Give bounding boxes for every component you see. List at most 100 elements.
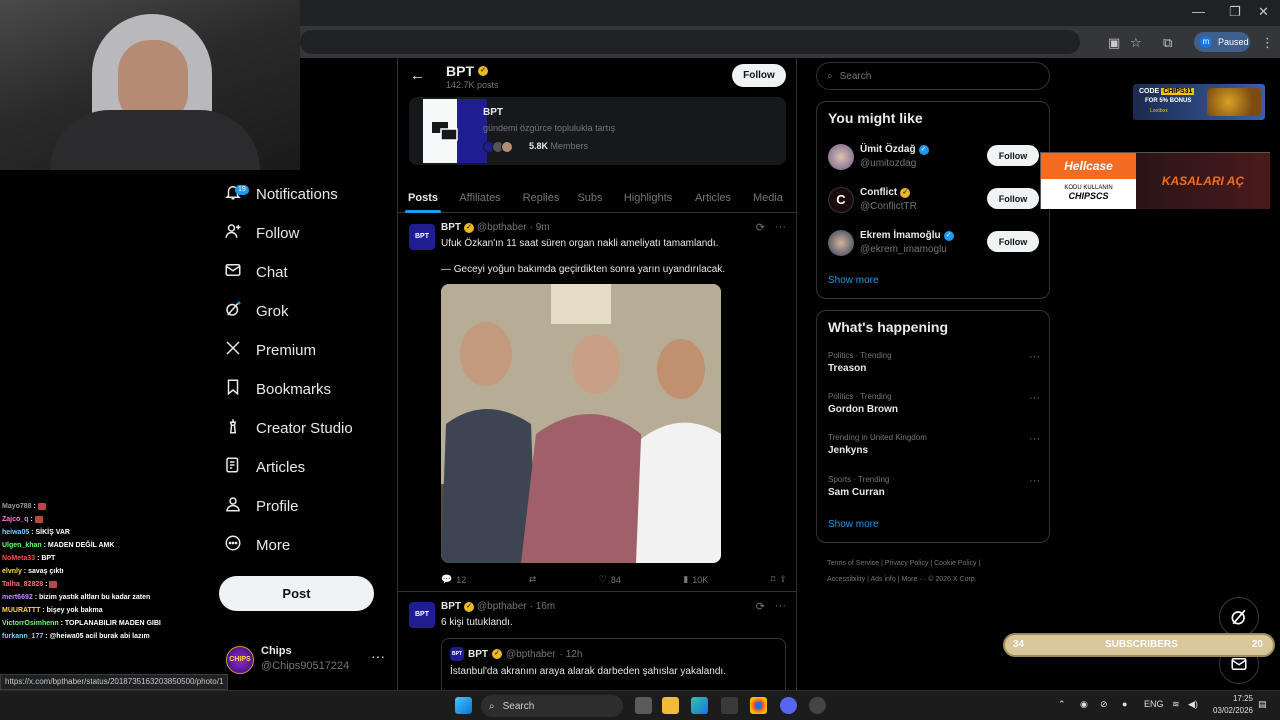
minimize-button[interactable]: — xyxy=(1192,4,1205,19)
taskbar-search[interactable]: ⌕ Search xyxy=(481,695,623,717)
profile-tabs: Posts Affiliates Replies Subs Highlights… xyxy=(398,183,796,213)
more-options-icon[interactable]: ··· xyxy=(775,600,786,613)
bookmark-icon[interactable]: ⌑ xyxy=(771,574,776,585)
nav-grok[interactable]: Grok xyxy=(224,296,289,326)
more-options-icon[interactable]: ··· xyxy=(371,648,385,664)
more-options-icon[interactable]: ··· xyxy=(1029,475,1040,487)
chat-message: Talha_82828 : xyxy=(2,578,202,591)
tab-replies[interactable]: Replies xyxy=(512,183,570,213)
tab-affiliates[interactable]: Affiliates xyxy=(448,183,512,213)
grok-icon[interactable]: ⟳ xyxy=(756,600,765,613)
link-hover-url: https://x.com/bpthaber/status/2018735163… xyxy=(0,674,229,690)
file-explorer-icon[interactable] xyxy=(662,697,679,714)
back-arrow-icon[interactable]: ← xyxy=(410,67,425,84)
discord-icon[interactable] xyxy=(780,697,797,714)
trend-item[interactable]: Politics · Trending Treason ··· xyxy=(828,351,1040,383)
trend-item[interactable]: Politics · Trending Gordon Brown ··· xyxy=(828,392,1040,424)
more-options-icon[interactable]: ··· xyxy=(1029,392,1040,404)
discord-tray-icon[interactable]: ◉ xyxy=(1080,699,1088,710)
task-view-icon[interactable] xyxy=(635,697,652,714)
follow-button[interactable]: Follow xyxy=(987,145,1039,166)
system-clock[interactable]: 17:25 03/02/2026 xyxy=(1207,693,1253,717)
tab-subs[interactable]: Subs xyxy=(570,183,610,213)
community-card[interactable]: BPT gündemi özgürce toplulukla tartış 5.… xyxy=(409,97,786,165)
profile-button[interactable]: m Paused xyxy=(1194,32,1250,52)
chat-message: VictorrOsimhenn : TOPLANABILIR MADEN GIB… xyxy=(2,620,161,627)
trend-item[interactable]: Sports · Trending Sam Curran ··· xyxy=(828,475,1040,507)
close-window-button[interactable]: ✕ xyxy=(1258,4,1269,20)
tweet[interactable]: BPT BPT ✓ @bpthaber · 9m ⟳ ··· Ufuk Özka… xyxy=(398,214,796,592)
tab-posts[interactable]: Posts xyxy=(398,183,448,213)
suggestion-item[interactable]: C Conflict ✓ @ConflictTR Follow xyxy=(828,185,1040,217)
nav-articles[interactable]: Articles xyxy=(224,452,305,482)
suggestion-item[interactable]: Ümit Özdağ ✓ @umitozdag Follow xyxy=(828,142,1040,174)
obs-icon[interactable] xyxy=(809,697,826,714)
views-button[interactable]: ▮ 10K xyxy=(683,574,708,585)
nav-creator-studio[interactable]: Creator Studio xyxy=(224,413,353,443)
suggestion-handle: @umitozdag xyxy=(860,158,917,169)
nav-more[interactable]: More xyxy=(224,530,290,560)
avatar[interactable]: BPT xyxy=(409,224,435,250)
share-icon[interactable]: ⇪ xyxy=(779,574,787,585)
browser-menu-icon[interactable]: ⋮ xyxy=(1261,35,1274,51)
follow-button[interactable]: Follow xyxy=(732,64,786,87)
show-more-link[interactable]: Show more xyxy=(828,275,879,286)
tweet[interactable]: BPT BPT ✓ @bpthaber · 16m ⟳ ··· 6 kişi t… xyxy=(398,593,796,692)
reply-button[interactable]: 💬 12 xyxy=(441,574,466,585)
footer-links[interactable]: Terms of Service | Privacy Policy | Cook… xyxy=(827,556,1057,588)
trend-item[interactable]: Trending in United Kingdom Jenkyns ··· xyxy=(828,433,1040,465)
chrome-icon[interactable] xyxy=(750,697,767,714)
follow-button[interactable]: Follow xyxy=(987,231,1039,252)
start-menu-icon[interactable] xyxy=(455,697,472,714)
nav-follow[interactable]: Follow xyxy=(224,218,299,248)
repost-button[interactable]: ⇄ xyxy=(529,574,537,585)
bookmark-star-icon[interactable]: ☆ xyxy=(1130,35,1142,51)
volume-icon[interactable]: ◀) xyxy=(1188,699,1198,710)
tab-articles[interactable]: Articles xyxy=(686,183,740,213)
suggestion-name: Ekrem İmamoğlu xyxy=(860,230,941,241)
maximize-button[interactable]: ❐ xyxy=(1229,4,1241,20)
like-button[interactable]: ♡ 84 xyxy=(599,574,621,585)
share-actions: ⌑ ⇪ xyxy=(771,574,787,585)
heart-icon: ♡ xyxy=(598,574,607,584)
creator-studio-icon xyxy=(224,417,242,439)
quoted-tweet[interactable]: BPT BPT ✓ @bpthaber · 12h İstanbul'da ak… xyxy=(441,638,786,692)
more-options-icon[interactable]: ··· xyxy=(1029,351,1040,363)
tweet-photo[interactable] xyxy=(441,284,721,563)
suggestion-item[interactable]: Ekrem İmamoğlu ✓ @ekrem_imamoglu Follow xyxy=(828,228,1040,260)
post-button[interactable]: Post xyxy=(219,576,374,611)
notification-center-icon[interactable]: ▤ xyxy=(1258,699,1267,710)
network-off-icon[interactable]: ⊘ xyxy=(1100,699,1108,710)
nav-premium[interactable]: Premium xyxy=(224,335,316,365)
more-options-icon[interactable]: ··· xyxy=(775,221,786,234)
store-icon[interactable] xyxy=(721,697,738,714)
account-switcher[interactable]: CHIPS Chips @Chips90517224 ··· xyxy=(226,642,386,678)
avatar[interactable]: BPT xyxy=(409,602,435,628)
tweet-header: BPT ✓ @bpthaber · 9m xyxy=(441,222,550,233)
chat-message: MUURATTT : bişey yok bakma xyxy=(2,607,103,614)
grok-float-button[interactable] xyxy=(1219,597,1259,637)
tab-highlights[interactable]: Highlights xyxy=(610,183,686,213)
edge-icon[interactable] xyxy=(691,697,708,714)
grok-icon[interactable]: ⟳ xyxy=(756,221,765,234)
nav-profile[interactable]: Profile xyxy=(224,491,299,521)
nav-bookmarks[interactable]: Bookmarks xyxy=(224,374,331,404)
tray-chevron-icon[interactable]: ⌃ xyxy=(1058,699,1066,710)
nav-chat[interactable]: Chat xyxy=(224,257,288,287)
panel-title: What's happening xyxy=(828,319,948,335)
follow-button[interactable]: Follow xyxy=(987,188,1039,209)
microphone-icon[interactable]: ● xyxy=(1122,699,1127,709)
address-bar[interactable] xyxy=(300,30,1080,54)
nav-notifications[interactable]: 19 Notifications xyxy=(224,179,338,209)
tweet-actions: 💬 12 ⇄ ♡ 84 ▮ 10K ⌑ ⇪ xyxy=(441,574,787,585)
search-input[interactable]: ⌕ Search xyxy=(816,62,1050,90)
cast-icon[interactable]: ▣ xyxy=(1108,35,1120,51)
show-more-link[interactable]: Show more xyxy=(828,519,879,530)
search-icon: ⌕ xyxy=(827,70,833,82)
language-indicator[interactable]: ENG xyxy=(1144,699,1164,709)
emote-icon xyxy=(34,515,43,523)
extensions-icon[interactable]: ⧉ xyxy=(1163,35,1172,51)
wifi-icon[interactable]: ≋ xyxy=(1172,699,1180,710)
more-options-icon[interactable]: ··· xyxy=(1029,433,1040,445)
tab-media[interactable]: Media xyxy=(740,183,796,213)
